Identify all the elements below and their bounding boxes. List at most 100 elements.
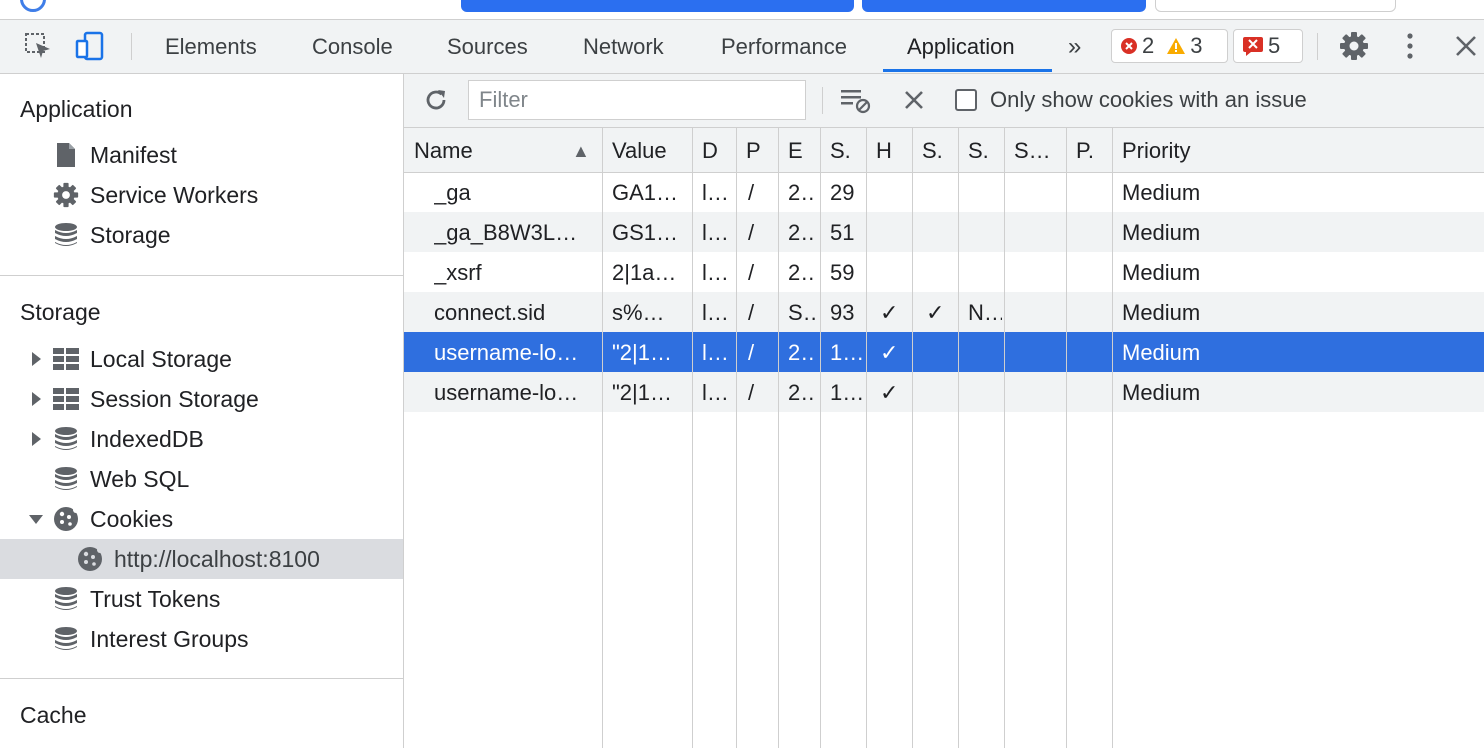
inspect-element-icon[interactable]	[22, 30, 54, 62]
column-divider[interactable]	[866, 128, 867, 748]
expand-arrow-icon[interactable]	[32, 352, 41, 366]
clear-filtered-cookies-icon[interactable]	[840, 84, 872, 116]
sidebar-item-indexeddb[interactable]: IndexedDB	[0, 419, 403, 459]
more-tabs-icon[interactable]: »	[1068, 20, 1081, 73]
only-issues-label: Only show cookies with an issue	[990, 87, 1307, 112]
column-header-size[interactable]: S.	[830, 128, 868, 172]
errors-warnings-badge[interactable]: 2 3	[1111, 29, 1228, 63]
filter-input[interactable]	[468, 80, 806, 120]
sidebar-item-manifest[interactable]: Manifest	[0, 135, 403, 175]
device-toolbar-icon[interactable]	[74, 30, 106, 62]
column-header-path[interactable]: P	[746, 128, 778, 172]
delete-selected-icon[interactable]	[898, 84, 930, 116]
column-divider[interactable]	[736, 128, 737, 748]
application-section-heading: Application	[20, 96, 133, 122]
column-header-value[interactable]: Value	[612, 128, 692, 172]
sidebar-item-web-sql[interactable]: Web SQL	[0, 459, 403, 499]
issues-badge[interactable]: 5	[1233, 29, 1303, 63]
close-devtools-icon[interactable]	[1450, 30, 1482, 62]
column-header-expires[interactable]: E	[788, 128, 822, 172]
tab-console[interactable]: Console	[312, 20, 393, 73]
cell-sameparty	[1014, 292, 1060, 332]
tab-elements[interactable]: Elements	[165, 20, 257, 73]
cell-partition-key	[1076, 212, 1106, 252]
table-row[interactable]: connect.sid s%… l… / S… 93 ✓ ✓ N… Medium	[404, 292, 1484, 332]
cell-domain: l…	[702, 300, 729, 325]
column-divider[interactable]	[602, 128, 603, 748]
table-row[interactable]: _xsrf 2|1a… l… / 2… 59 Medium	[404, 252, 1484, 292]
document-icon	[52, 141, 80, 169]
only-issues-checkbox[interactable]	[955, 89, 977, 111]
refresh-icon[interactable]	[420, 84, 452, 116]
cell-sameparty	[1014, 172, 1060, 212]
table-row[interactable]: _ga GA1… l… / 2… 29 Medium	[404, 172, 1484, 212]
cell-partition-key	[1076, 372, 1106, 412]
tab-network[interactable]: Network	[583, 20, 664, 73]
cell-size: 29	[830, 180, 855, 205]
cell-size: 51	[830, 220, 855, 245]
sidebar-item-trust-tokens[interactable]: Trust Tokens	[0, 579, 403, 619]
column-header-sameparty[interactable]: S…	[1014, 128, 1064, 172]
cell-path: /	[748, 380, 755, 405]
column-divider[interactable]	[958, 128, 959, 748]
sidebar-item-local-storage[interactable]: Local Storage	[0, 339, 403, 379]
cell-priority: Medium	[1122, 340, 1201, 365]
column-header-samesite[interactable]: S.	[968, 128, 1004, 172]
cell-size: 59	[830, 260, 855, 285]
column-header-secure[interactable]: S.	[922, 128, 958, 172]
column-header-partition-key[interactable]: P.	[1076, 128, 1112, 172]
more-options-icon[interactable]	[1394, 30, 1426, 62]
sidebar-item-label: Manifest	[90, 141, 177, 168]
tab-performance[interactable]: Performance	[721, 20, 847, 73]
table-row[interactable]: _ga_B8W3L… GS1… l… / 2… 51 Medium	[404, 212, 1484, 252]
column-divider[interactable]	[1004, 128, 1005, 748]
cookie-icon	[76, 545, 104, 573]
cell-priority: Medium	[1122, 180, 1201, 205]
column-header-httponly[interactable]: H	[876, 128, 912, 172]
tab-sources[interactable]: Sources	[447, 20, 528, 73]
cell-httponly: ✓	[880, 300, 899, 325]
tab-application[interactable]: Application	[907, 20, 1015, 73]
column-header-name[interactable]: Name	[414, 128, 594, 172]
sidebar-divider	[0, 275, 403, 276]
database-icon	[52, 425, 80, 453]
sidebar-item-cookie-origin[interactable]: http://localhost:8100	[0, 539, 403, 579]
collapse-arrow-icon[interactable]	[29, 515, 43, 524]
cell-priority: Medium	[1122, 260, 1201, 285]
table-row[interactable]: username-lo… "2|1… l… / 2… 1… ✓ Medium	[404, 372, 1484, 412]
column-divider[interactable]	[1112, 128, 1113, 748]
cell-sameparty	[1014, 252, 1060, 292]
expand-arrow-icon[interactable]	[32, 432, 41, 446]
column-divider[interactable]	[1066, 128, 1067, 748]
column-header-domain[interactable]: D	[702, 128, 736, 172]
database-icon	[52, 625, 80, 653]
cell-httponly: ✓	[880, 340, 899, 365]
error-icon	[1121, 38, 1137, 54]
sidebar-item-interest-groups[interactable]: Interest Groups	[0, 619, 403, 659]
page-button-partial-3	[1155, 0, 1396, 12]
cell-name: _ga	[434, 180, 471, 205]
cell-priority: Medium	[1122, 220, 1201, 245]
cell-httponly	[880, 212, 908, 252]
page-button-partial	[461, 0, 854, 12]
sidebar-item-storage-overview[interactable]: Storage	[0, 215, 403, 255]
cell-value: s%…	[612, 300, 665, 325]
sidebar-item-service-workers[interactable]: Service Workers	[0, 175, 403, 215]
cell-value: GA1…	[612, 180, 679, 205]
column-divider[interactable]	[912, 128, 913, 748]
database-icon	[52, 585, 80, 613]
sidebar-item-session-storage[interactable]: Session Storage	[0, 379, 403, 419]
sidebar-item-cookies[interactable]: Cookies	[0, 499, 403, 539]
cell-domain: l…	[702, 180, 729, 205]
expand-arrow-icon[interactable]	[32, 392, 41, 406]
column-divider[interactable]	[692, 128, 693, 748]
cell-secure	[926, 172, 954, 212]
column-header-priority[interactable]: Priority	[1122, 128, 1422, 172]
sidebar-item-label: IndexedDB	[90, 425, 204, 452]
table-row[interactable]: username-lo… "2|1… l… / 2… 1… ✓ Medium	[404, 332, 1484, 372]
column-divider[interactable]	[820, 128, 821, 748]
cell-expires: 2…	[788, 380, 816, 405]
settings-gear-icon[interactable]	[1338, 30, 1370, 62]
sidebar-item-label: http://localhost:8100	[114, 545, 320, 572]
column-divider[interactable]	[778, 128, 779, 748]
